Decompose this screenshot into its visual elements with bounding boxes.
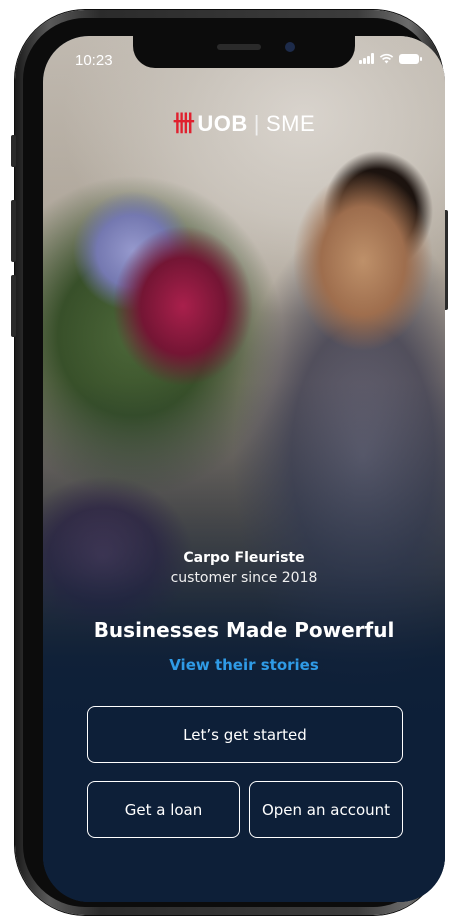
uob-logo-mark-icon: 卌 [172,111,196,136]
volume-down-button [11,275,16,337]
mute-switch [11,135,16,167]
brand-divider: | [253,111,260,136]
open-account-button[interactable]: Open an account [249,781,403,838]
headline: Businesses Made Powerful [93,618,395,642]
app-screen: 10:23 卌UOB | SME Carpo Fleuriste customer … [43,36,445,902]
notch [133,36,355,68]
battery-icon [399,53,422,64]
get-started-label: Let’s get started [183,725,307,744]
front-camera [285,42,295,52]
wifi-icon [379,53,394,64]
brand-bank: UOB [197,111,248,136]
view-stories-link[interactable]: View their stories [43,656,445,674]
customer-name: Carpo Fleuriste [183,550,305,566]
brand-segment: SME [265,111,316,136]
status-time: 10:23 [75,52,113,69]
volume-up-button [11,200,16,262]
get-loan-label: Get a loan [124,800,203,819]
get-loan-button[interactable]: Get a loan [87,781,240,838]
speaker [217,44,261,50]
open-account-label: Open an account [261,800,391,819]
customer-since: customer since 2018 [170,570,318,586]
get-started-button[interactable]: Let’s get started [87,706,403,763]
hero-gradient-overlay [43,36,445,902]
uob-sme-logo: 卌UOB | SME [43,106,445,138]
status-icons [359,53,422,64]
signal-icon [359,53,374,64]
